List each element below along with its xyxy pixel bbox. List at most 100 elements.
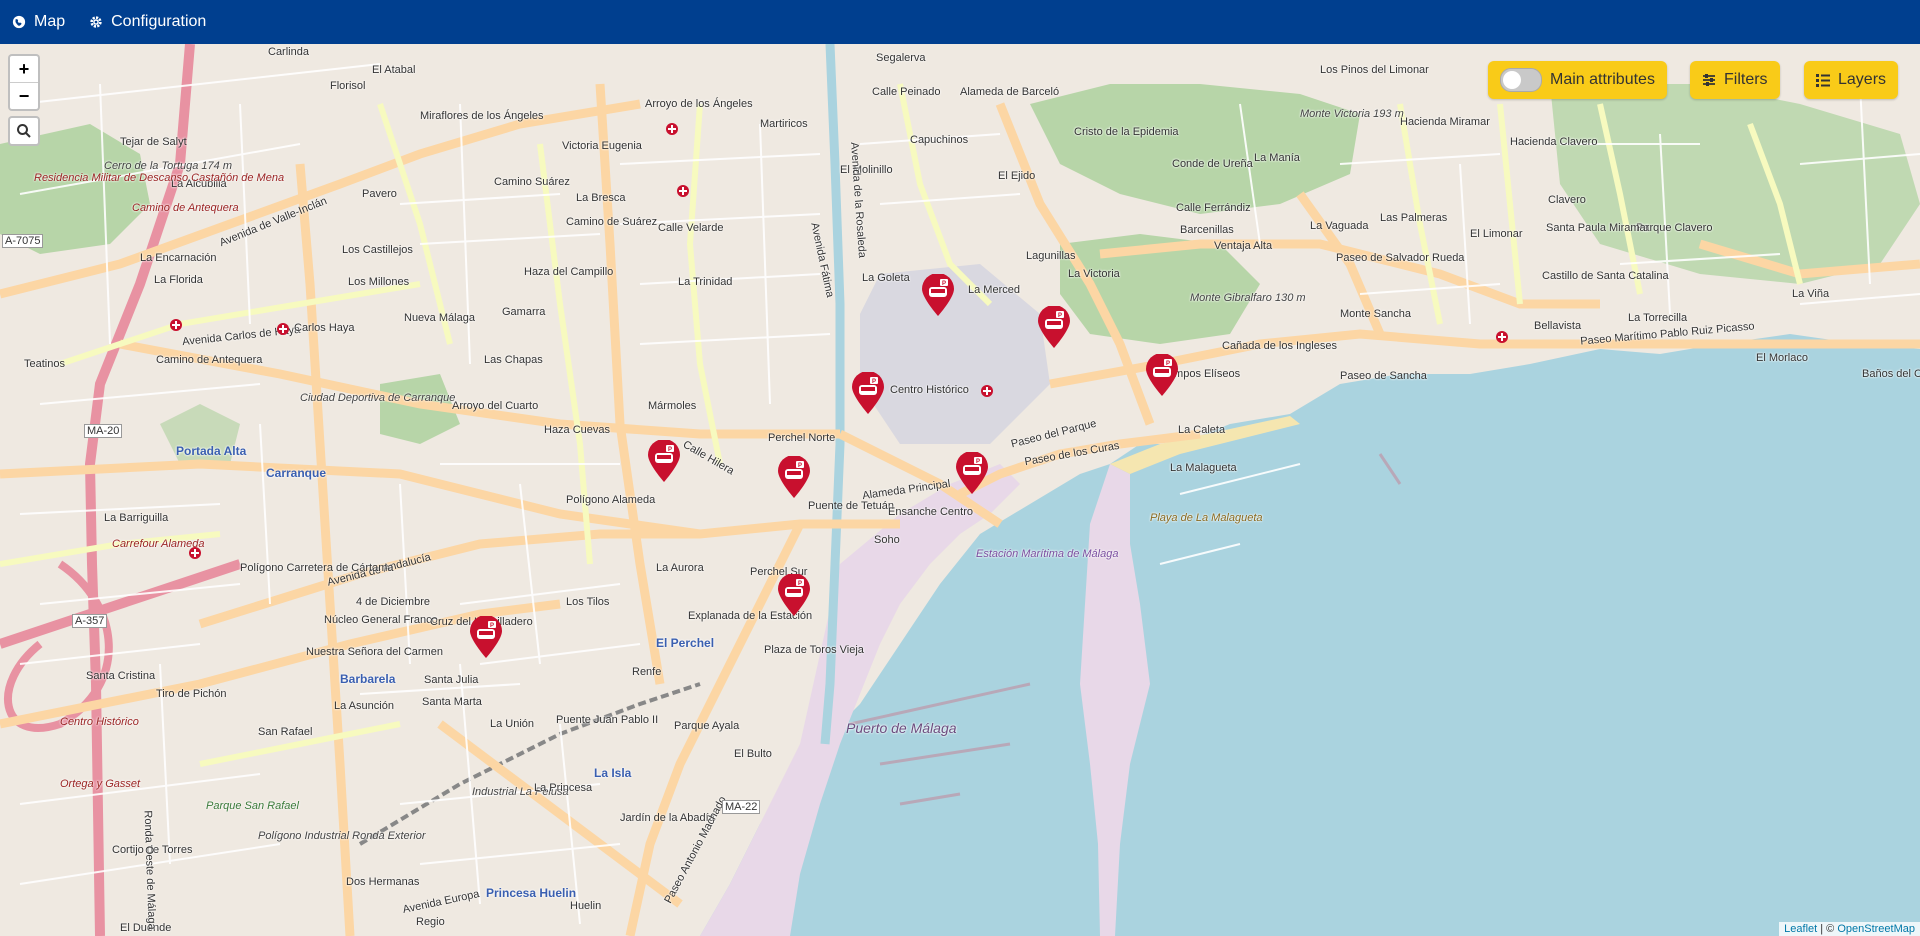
label-florisol: Florisol — [330, 80, 366, 92]
label-cerro-tortuga: Cerro de la Tortuga 174 m — [104, 160, 232, 172]
parking-marker[interactable]: P — [776, 456, 812, 500]
label-puerto-malaga: Puerto de Málaga — [846, 720, 957, 736]
label-ventaja-alta: Ventaja Alta — [1214, 240, 1273, 252]
label-gamarra: Gamarra — [502, 306, 546, 318]
parking-marker[interactable]: P — [1144, 354, 1180, 398]
label-castillo-santa-catalina: Castillo de Santa Catalina — [1542, 270, 1669, 282]
label-canada-ingleses: Cañada de los Ingleses — [1222, 340, 1337, 352]
label-la-princesa: La Princesa — [534, 782, 593, 794]
label-el-limonar: El Limonar — [1470, 228, 1523, 240]
layers-button[interactable]: Layers — [1804, 61, 1899, 99]
svg-text:P: P — [942, 281, 946, 287]
label-la-barriguilla: La Barriguilla — [104, 512, 169, 524]
svg-text:P: P — [668, 447, 672, 453]
label-carlos-haya: Carlos Haya — [294, 322, 355, 334]
svg-text:P: P — [490, 623, 494, 629]
label-la-vina: La Viña — [1792, 288, 1830, 300]
label-ortega-gasset: Ortega y Gasset — [60, 778, 141, 790]
label-poligono-alameda: Polígono Alameda — [566, 494, 656, 506]
parking-marker[interactable]: P — [954, 452, 990, 496]
toggle-switch[interactable] — [1500, 68, 1542, 92]
label-la-vaguada: La Vaguada — [1310, 220, 1369, 232]
nav-configuration-label: Configuration — [111, 13, 207, 30]
hospital-icon[interactable] — [188, 546, 202, 560]
nav-map[interactable]: Map — [0, 0, 77, 44]
map-canvas[interactable]: Carlinda Florisol El Atabal Miraflores d… — [0, 44, 1920, 936]
label-barbarela: Barbarela — [340, 672, 396, 686]
label-poligono-carretera: Polígono Carretera de Cártama — [240, 562, 394, 574]
label-el-perchel: El Perchel — [656, 636, 715, 650]
label-alameda-barcelo: Alameda de Barceló — [960, 86, 1060, 98]
hospital-icon[interactable] — [1495, 330, 1509, 344]
label-capuchinos: Capuchinos — [910, 134, 969, 146]
label-bellavista: Bellavista — [1534, 320, 1582, 332]
nav-configuration[interactable]: Configuration — [77, 0, 218, 44]
label-santa-cristina: Santa Cristina — [86, 670, 156, 682]
filters-label: Filters — [1724, 71, 1768, 88]
label-la-mania: La Manía — [1254, 152, 1300, 164]
label-la-isla: La Isla — [594, 766, 632, 780]
hospital-icon[interactable] — [676, 184, 690, 198]
label-el-bulto: El Bulto — [734, 748, 772, 760]
attribution-separator: | © — [1817, 923, 1838, 935]
zoom-in-button[interactable]: + — [10, 56, 38, 82]
label-camino-suarez2: Camino de Suárez — [566, 216, 658, 228]
label-conde-urena: Conde de Ureña — [1172, 158, 1253, 170]
label-paseo-salvador-rueda: Paseo de Salvador Rueda — [1336, 252, 1465, 264]
label-pavero: Pavero — [362, 188, 397, 200]
main-attributes-toggle[interactable]: Main attributes — [1488, 61, 1667, 99]
label-segalerva: Segalerva — [876, 52, 926, 64]
label-soho: Soho — [874, 534, 900, 546]
label-centro-historico: Centro Histórico — [890, 384, 969, 396]
label-santa-julia: Santa Julia — [424, 674, 479, 686]
label-portada-alta: Portada Alta — [176, 444, 247, 458]
label-nucleo-general: Núcleo General Franco — [324, 614, 438, 626]
label-regio: Regio — [416, 916, 445, 928]
label-el-molinillo: El Molinillo — [840, 164, 893, 176]
label-nuestra-senora: Nuestra Señora del Carmen — [306, 646, 443, 658]
zoom-out-button[interactable]: − — [10, 82, 38, 109]
parking-marker[interactable]: P — [920, 274, 956, 318]
hospital-icon[interactable] — [980, 384, 994, 398]
label-arroyo-angeles: Arroyo de los Ángeles — [645, 98, 753, 110]
label-marmoles: Mármoles — [648, 400, 697, 412]
hospital-icon[interactable] — [665, 122, 679, 136]
label-el-atabal: El Atabal — [372, 64, 416, 76]
label-cristo-epidemia: Cristo de la Epidemia — [1074, 126, 1179, 138]
label-banos-carmen: Baños del Carmen — [1862, 368, 1920, 380]
parking-marker[interactable]: P — [850, 372, 886, 416]
label-a7075: A-7075 — [2, 234, 44, 248]
parking-marker[interactable]: P — [1036, 306, 1072, 350]
parking-marker[interactable]: P — [468, 616, 504, 660]
label-calle-ferrandiz: Calle Ferrándiz — [1176, 202, 1251, 214]
gear-icon — [90, 16, 102, 28]
label-renfe: Renfe — [632, 666, 662, 678]
zoom-control: + − — [8, 54, 40, 111]
parking-marker[interactable]: P — [776, 574, 812, 618]
svg-text:P: P — [798, 463, 802, 469]
label-puente-tetuan: Puente de Tetuán — [808, 500, 895, 512]
leaflet-link[interactable]: Leaflet — [1784, 923, 1817, 935]
label-santa-paula: Santa Paula Miramar — [1546, 222, 1650, 234]
label-los-castillejos: Los Castillejos — [342, 244, 413, 256]
label-dos-hermanas: Dos Hermanas — [346, 876, 420, 888]
search-button[interactable] — [8, 116, 40, 146]
label-a357: A-357 — [72, 614, 108, 628]
label-clavero: Clavero — [1548, 194, 1586, 206]
label-perchel-norte: Perchel Norte — [768, 432, 836, 444]
label-los-tilos: Los Tilos — [566, 596, 610, 608]
parking-marker[interactable]: P — [646, 440, 682, 484]
label-parque-san-rafael: Parque San Rafael — [206, 800, 299, 812]
hospital-icon[interactable] — [276, 322, 290, 336]
layers-label: Layers — [1838, 71, 1887, 88]
label-centro-historico2: Centro Histórico — [60, 716, 139, 728]
label-ma20: MA-20 — [84, 424, 123, 438]
globe-icon — [12, 15, 26, 29]
hospital-icon[interactable] — [169, 318, 183, 332]
filters-button[interactable]: Filters — [1690, 61, 1780, 99]
label-los-pinos: Los Pinos del Limonar — [1320, 64, 1429, 76]
openstreetmap-link[interactable]: OpenStreetMap — [1837, 923, 1915, 935]
svg-text:P: P — [1166, 361, 1170, 367]
label-haza-campillo: Haza del Campillo — [524, 266, 614, 278]
label-tiro-pichon: Tiro de Pichón — [156, 688, 227, 700]
